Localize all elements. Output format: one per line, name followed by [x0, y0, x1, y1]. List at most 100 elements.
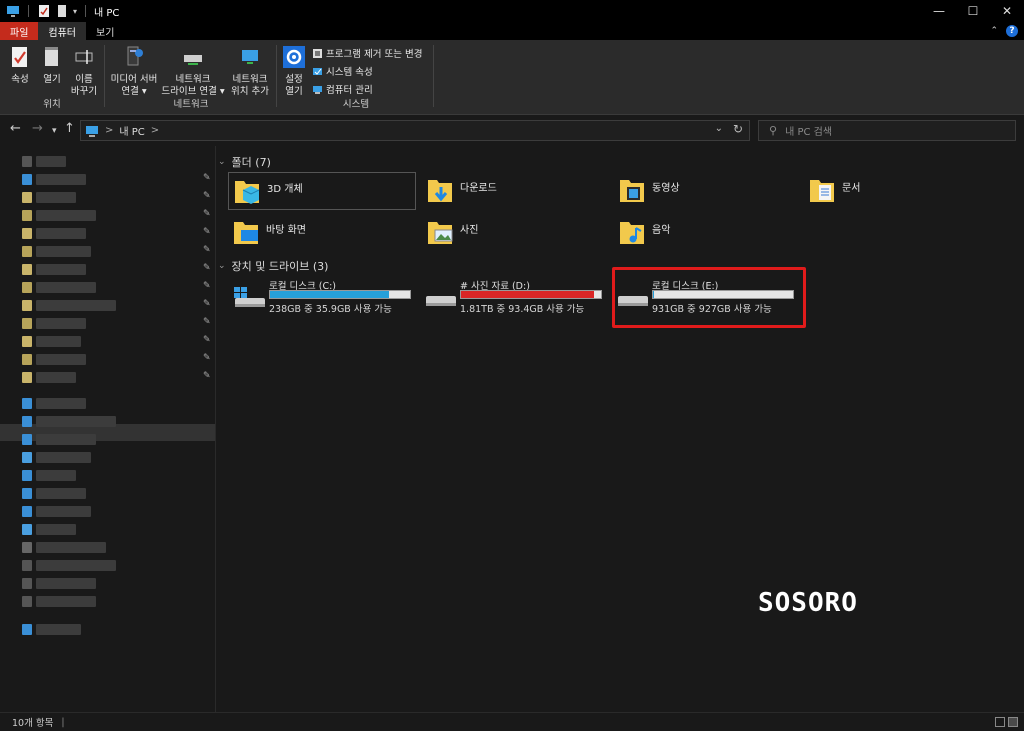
nav-item-label[interactable]	[36, 354, 86, 365]
nav-item-label[interactable]	[36, 470, 76, 481]
minimize-button[interactable]: —	[922, 0, 956, 22]
pin-icon[interactable]: ✎	[203, 371, 211, 381]
breadcrumb-this-pc[interactable]: 내 PC	[119, 123, 144, 138]
nav-item-label[interactable]	[36, 192, 76, 203]
breadcrumb-separator[interactable]: >	[151, 125, 159, 136]
drives-header-label: 장치 및 드라이브 (3)	[231, 260, 329, 273]
nav-item-label[interactable]	[36, 300, 116, 311]
nav-item-label[interactable]	[36, 452, 91, 463]
folder-downloads[interactable]: 다운로드	[422, 172, 610, 210]
folder-music[interactable]: 음악	[614, 214, 802, 252]
pin-icon[interactable]: ✎	[203, 353, 211, 363]
details-view-icon[interactable]	[995, 717, 1005, 727]
rename-button[interactable]: 이름 바꾸기	[68, 43, 100, 98]
nav-item-label[interactable]	[36, 372, 76, 383]
windows-drive-icon	[234, 287, 265, 307]
nav-item-label[interactable]	[36, 318, 86, 329]
nav-item-label[interactable]	[36, 578, 96, 589]
drive-c[interactable]: 로컬 디스크 (C:) 238GB 중 35.9GB 사용 가능	[233, 278, 419, 315]
recent-locations-icon[interactable]: ▾	[52, 124, 57, 138]
pin-icon[interactable]: ✎	[203, 245, 211, 255]
ribbon-group-location: 속성 열기 이름 바꾸기 위치	[4, 43, 100, 112]
address-bar[interactable]: > 내 PC > ⌄ ↻	[80, 120, 750, 141]
nav-item-label[interactable]	[36, 156, 66, 167]
tab-file[interactable]: 파일	[0, 22, 39, 40]
map-network-drive-button[interactable]: 네트워크 드라이브 연결 ▾	[160, 43, 226, 98]
up-arrow-icon[interactable]: ↑	[64, 122, 75, 136]
system-properties-button[interactable]: 시스템 속성	[312, 64, 373, 78]
close-button[interactable]: ✕	[990, 0, 1024, 22]
folder-documents[interactable]: 문서	[804, 172, 992, 210]
tab-computer[interactable]: 컴퓨터	[38, 22, 87, 40]
computer-icon	[7, 6, 19, 17]
back-arrow-icon[interactable]: ←	[10, 122, 21, 136]
pin-icon[interactable]: ✎	[203, 209, 211, 219]
tiles-view-icon[interactable]	[1008, 717, 1018, 727]
nav-item-label[interactable]	[36, 524, 76, 535]
chevron-down-icon[interactable]: ⌄	[218, 157, 226, 167]
folder-videos[interactable]: 동영상	[614, 172, 802, 210]
folder-label: 3D 개체	[267, 184, 303, 195]
pin-icon[interactable]: ✎	[203, 335, 211, 345]
open-button[interactable]: 열기	[38, 43, 66, 86]
folder-desktop[interactable]: 바탕 화면	[228, 214, 416, 252]
nav-item-label[interactable]	[36, 264, 86, 275]
pin-icon[interactable]: ✎	[203, 173, 211, 183]
pin-icon[interactable]: ✎	[203, 317, 211, 327]
pin-icon[interactable]: ✎	[203, 191, 211, 201]
pictures-folder-icon	[428, 222, 453, 244]
pin-icon[interactable]: ✎	[203, 263, 211, 273]
nav-item-icon	[22, 228, 32, 239]
help-icon[interactable]: ?	[1006, 25, 1018, 37]
nav-item-label[interactable]	[36, 506, 91, 517]
open-label: 열기	[43, 74, 61, 85]
pin-icon[interactable]: ✎	[203, 299, 211, 309]
folders-group-header[interactable]: ⌄ 폴더 (7)	[218, 154, 1008, 170]
drive-d[interactable]: # 사진 자료 (D:) 1.81TB 중 93.4GB 사용 가능	[424, 278, 610, 315]
nav-item-label[interactable]	[36, 174, 86, 185]
folder-pictures[interactable]: 사진	[422, 214, 610, 252]
add-network-location-button[interactable]: 네트워크 위치 추가	[226, 43, 274, 98]
open-settings-button[interactable]: 설정 열기	[280, 43, 308, 98]
pin-icon[interactable]: ✎	[203, 281, 211, 291]
refresh-icon[interactable]: ↻	[733, 122, 743, 136]
nav-item-label[interactable]	[36, 488, 86, 499]
nav-item-label[interactable]	[36, 246, 91, 257]
system-group-label: 시스템	[342, 99, 370, 110]
computer-management-button[interactable]: 컴퓨터 관리	[312, 82, 373, 96]
uninstall-program-button[interactable]: 프로그램 제거 또는 변경	[312, 46, 422, 60]
nav-item-label[interactable]	[36, 210, 96, 221]
tab-view[interactable]: 보기	[86, 22, 124, 40]
nav-item-label[interactable]	[36, 542, 106, 553]
search-box[interactable]: ⚲ 내 PC 검색	[758, 120, 1016, 141]
nav-item-icon	[22, 416, 32, 427]
nav-item-label[interactable]	[36, 416, 116, 427]
properties-icon[interactable]	[37, 4, 51, 18]
pin-icon[interactable]: ✎	[203, 227, 211, 237]
media-server-button[interactable]: 미디어 서버 연결 ▾	[108, 43, 160, 98]
nav-item-label[interactable]	[36, 434, 96, 445]
nav-item-icon	[22, 488, 32, 499]
address-dropdown-icon[interactable]: ⌄	[715, 123, 723, 134]
nav-item-label[interactable]	[36, 560, 116, 571]
chevron-down-icon[interactable]: ⌄	[218, 261, 226, 271]
navigation-pane[interactable]: ✎ ✎ ✎ ✎ ✎ ✎ ✎ ✎ ✎ ✎ ✎ ✎	[0, 146, 216, 712]
3d-objects-folder-icon	[235, 181, 260, 204]
content-pane: ⌄ 폴더 (7) 3D 개체 다운로드 동영상 문서 바탕 화면 사진 음악 ⌄…	[218, 146, 1024, 712]
folder-label: 문서	[842, 183, 861, 194]
videos-folder-icon	[620, 180, 644, 202]
maximize-button[interactable]: ☐	[956, 0, 990, 22]
properties-button[interactable]: 속성	[6, 43, 34, 86]
nav-item-label[interactable]	[36, 228, 86, 239]
folder-3d-objects[interactable]: 3D 개체	[228, 172, 416, 210]
new-folder-icon[interactable]	[55, 4, 69, 18]
nav-item-label[interactable]	[36, 596, 96, 607]
quick-access-dropdown-icon[interactable]: ▾	[73, 7, 77, 16]
nav-item-icon	[22, 596, 32, 607]
nav-item-label[interactable]	[36, 624, 81, 635]
ribbon-collapse-icon[interactable]: ⌃	[990, 26, 998, 36]
forward-arrow-icon[interactable]: →	[32, 122, 43, 136]
nav-item-label[interactable]	[36, 398, 86, 409]
nav-item-label[interactable]	[36, 336, 81, 347]
nav-item-label[interactable]	[36, 282, 96, 293]
